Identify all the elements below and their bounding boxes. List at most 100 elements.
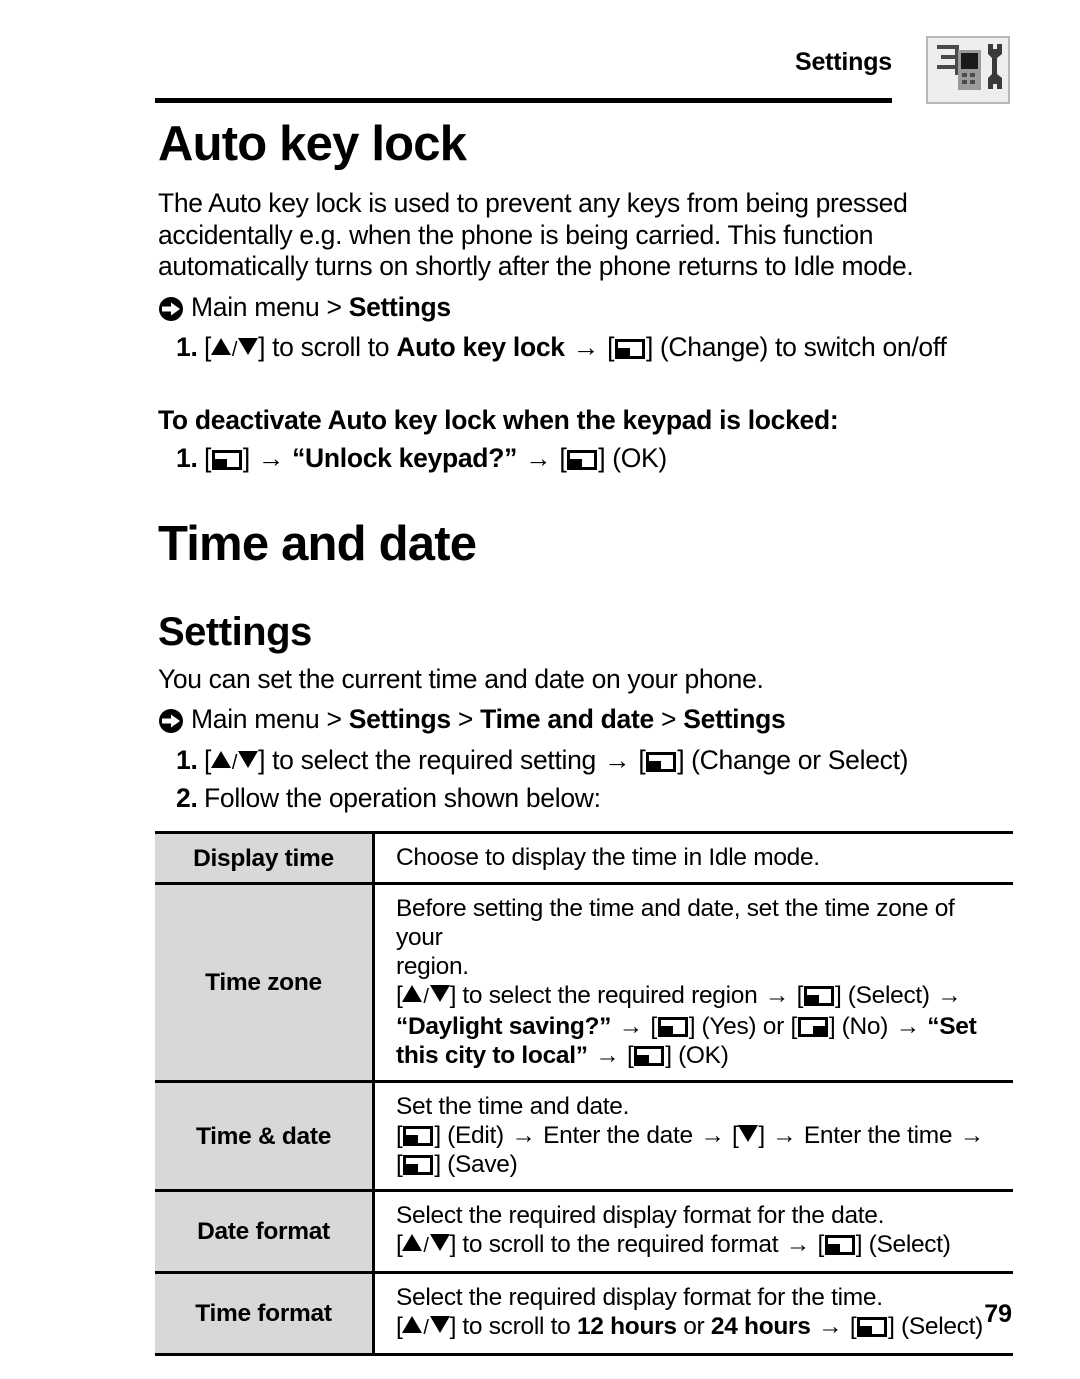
down-arrow-icon [738, 1125, 759, 1142]
right-arrow-icon: → [772, 1122, 797, 1149]
value-text-a: to select the required region [455, 982, 764, 1009]
value-text-a: to scroll to the required format [455, 1231, 785, 1258]
right-arrow-icon: → [785, 1231, 811, 1258]
value-text-no: (No) [835, 1013, 895, 1040]
row-value-date-format: Select the required display format for t… [374, 1191, 1014, 1273]
value-line: Select the required display format for t… [396, 1284, 883, 1311]
left-softkey-icon [803, 986, 834, 1006]
intro-paragraph: You can set the current time and date on… [158, 664, 764, 694]
value-text-a: to scroll to [455, 1313, 577, 1340]
right-arrow-icon: → [700, 1122, 725, 1149]
down-arrow-icon [429, 985, 450, 1002]
row-value-display-time: Choose to display the time in Idle mode. [374, 833, 1014, 884]
menu-path-sep-1: > [450, 704, 481, 734]
left-softkey-icon [403, 1126, 434, 1146]
step-text: [/] to scroll to Auto key lock → [] (Cha… [204, 332, 947, 362]
left-softkey-icon [614, 339, 645, 359]
row-label-time-and-date: Time & date [155, 1081, 375, 1191]
step-target: Auto key lock [396, 332, 565, 362]
value-line: [/] to select the required region → [] (… [396, 982, 962, 1009]
left-softkey-icon [634, 1046, 665, 1066]
value-line: [/] to scroll to the required format → [… [396, 1231, 951, 1258]
row-label-display-time: Display time [155, 832, 375, 884]
value-text-tail: Enter the time [797, 1122, 959, 1149]
right-arrow-icon: → [572, 332, 600, 362]
down-arrow-icon [429, 1316, 450, 1333]
running-head-title: Settings [794, 48, 892, 76]
value-text-edit: (Edit) [440, 1122, 511, 1149]
up-arrow-icon [210, 751, 231, 768]
up-arrow-icon [210, 338, 231, 355]
step-text-b: (Change) to switch on/off [652, 332, 947, 362]
left-softkey-icon [857, 1317, 888, 1337]
up-arrow-icon [402, 985, 423, 1002]
row-label-time-format: Time format [155, 1272, 375, 1355]
step-text-b: (Change or Select) [684, 745, 909, 775]
value-text-tail: (Select) [894, 1313, 983, 1340]
option-24-hours: 24 hours [710, 1313, 811, 1340]
right-arrow-icon: → [525, 443, 552, 473]
step-text-a: to scroll to [265, 332, 397, 362]
section-auto-key-lock: Auto key lock [158, 120, 1014, 169]
step-text: [/] to select the required setting → [] … [204, 745, 909, 775]
step-text: [] → “Unlock keypad?” → [] (OK) [204, 443, 667, 473]
value-line: “Daylight saving?” → [] (Yes) or [] (No)… [396, 1013, 977, 1040]
up-arrow-icon [402, 1316, 423, 1333]
manual-page: Settings Auto key lock The Auto key lock… [0, 0, 1080, 1379]
value-line: [] (Edit) → Enter the date → [] → Enter … [396, 1122, 985, 1149]
menu-path-sep-2: > [653, 704, 684, 734]
value-line: region. [396, 953, 469, 980]
row-label-date-format: Date format [155, 1190, 375, 1273]
table-row: Time zone Before setting the time and da… [155, 883, 1014, 1082]
settings-tools-icon-glyph [937, 44, 1002, 90]
up-arrow-icon [402, 1234, 423, 1251]
right-arrow-icon: → [937, 982, 962, 1009]
down-arrow-icon [238, 338, 259, 355]
header-rule [155, 98, 892, 103]
table-row: Display time Choose to display the time … [155, 832, 1014, 884]
row-label-time-zone: Time zone [155, 883, 375, 1082]
left-softkey-icon [567, 450, 598, 470]
prompt-set-city-part1: “Set [927, 1013, 977, 1040]
row-value-time-zone: Before setting the time and date, set th… [374, 884, 1014, 1082]
step-number: 2. [176, 783, 198, 813]
deactivate-step-1: 1. [] → “Unlock keypad?” → [] (OK) [158, 443, 1014, 474]
value-line: [/] to scroll to 12 hours or 24 hours → … [396, 1313, 983, 1340]
value-text-mid: or [676, 1313, 711, 1340]
step-number: 1. [176, 745, 198, 775]
menu-path-text: Main menu > Settings > Time and date > S… [191, 704, 786, 735]
prompt-set-city-part2: this city to local” [396, 1042, 588, 1069]
value-line: Select the required display format for t… [396, 1202, 885, 1229]
right-arrow-icon: → [604, 745, 631, 775]
left-softkey-icon [403, 1155, 434, 1175]
step-text-a: to select the required setting [265, 745, 604, 775]
section-time-and-date: Time and date [158, 520, 1014, 569]
right-arrow-icon: → [959, 1122, 985, 1149]
section-title: Time and date [158, 517, 477, 571]
step-row: 2. Follow the operation shown below: [158, 783, 1014, 814]
down-arrow-icon [238, 751, 259, 768]
left-softkey-icon [824, 1235, 855, 1255]
page-title: Auto key lock [158, 117, 467, 171]
prompt-daylight-saving: “Daylight saving?” [396, 1013, 612, 1040]
time-date-step-2: 2. Follow the operation shown below: [158, 783, 1014, 814]
table-row: Time & date Set the time and date. [] (E… [155, 1081, 1014, 1191]
time-date-step-1: 1. [/] to select the required setting → … [158, 745, 1014, 779]
auto-key-lock-intro: The Auto key lock is used to prevent any… [158, 188, 1014, 283]
step-row: 1. [] → “Unlock keypad?” → [] (OK) [158, 443, 1014, 474]
section-subtitle: Settings [158, 610, 312, 654]
right-arrow-icon: → [818, 1313, 843, 1340]
time-date-intro: You can set the current time and date on… [158, 664, 1014, 696]
menu-path-part-3: Settings [683, 704, 786, 734]
value-line: Set the time and date. [396, 1093, 630, 1120]
right-arrow-icon: → [764, 982, 790, 1009]
row-value-time-and-date: Set the time and date. [] (Edit) → Enter… [374, 1082, 1014, 1191]
running-head: Settings [155, 48, 892, 77]
value-text-b: (Select) [862, 1231, 951, 1258]
row-value-time-format: Select the required display format for t… [374, 1273, 1014, 1355]
right-arrow-icon: → [257, 443, 285, 473]
table-row: Time format Select the required display … [155, 1272, 1014, 1355]
menu-path-text: Main menu > Settings [191, 292, 451, 323]
auto-key-lock-step-1: 1. [/] to scroll to Auto key lock → [] (… [158, 332, 1014, 366]
value-text-ok: (OK) [671, 1042, 729, 1069]
